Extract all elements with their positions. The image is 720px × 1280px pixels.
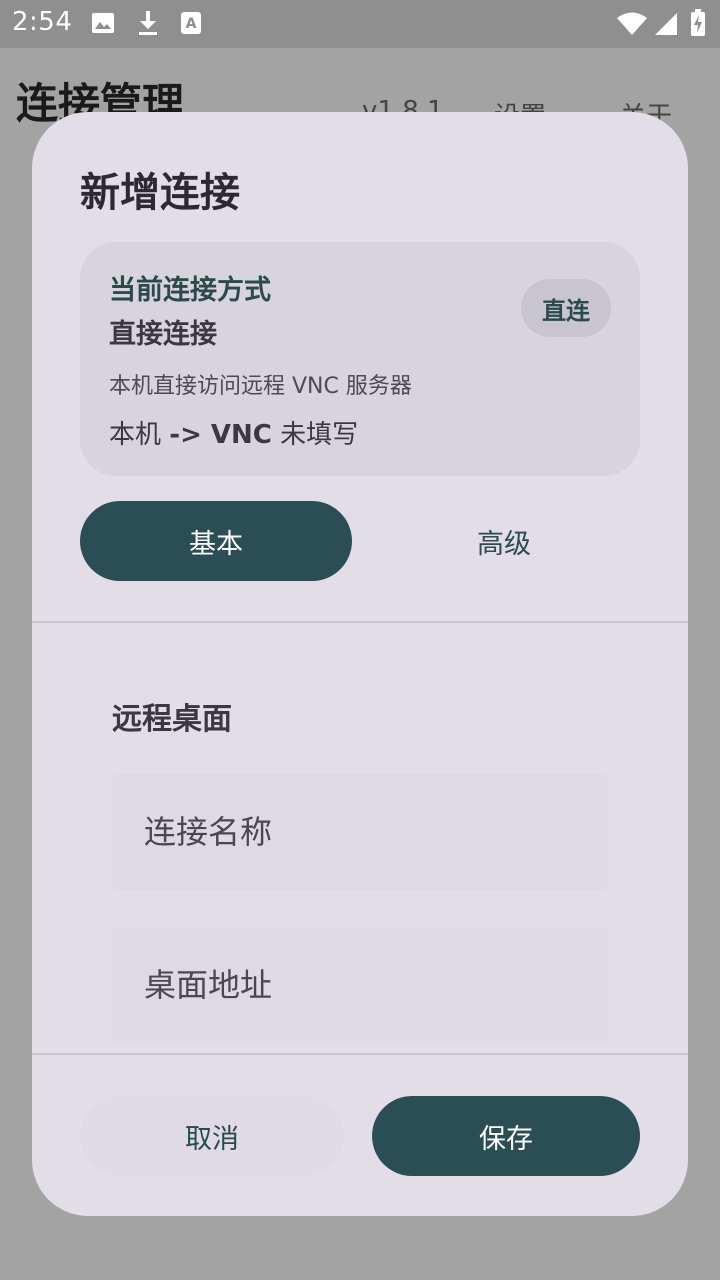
route-arrow: -> VNC bbox=[169, 420, 272, 450]
new-connection-dialog: 新增连接 当前连接方式 直接连接 本机直接访问远程 VNC 服务器 本机 -> … bbox=[32, 112, 688, 1216]
tab-basic[interactable]: 基本 bbox=[80, 501, 352, 581]
status-bar: 2:54 A bbox=[0, 0, 720, 48]
image-icon bbox=[92, 13, 114, 33]
connection-name-input[interactable] bbox=[112, 774, 608, 890]
save-button[interactable]: 保存 bbox=[372, 1096, 640, 1176]
section-label-remote-desktop: 远程桌面 bbox=[112, 702, 232, 737]
desktop-address-input[interactable] bbox=[112, 927, 608, 1043]
connection-name-field[interactable] bbox=[112, 774, 608, 890]
svg-text:A: A bbox=[186, 16, 197, 32]
mode-route: 本机 -> VNC 未填写 bbox=[109, 414, 358, 451]
tab-advanced[interactable]: 高级 bbox=[368, 501, 640, 581]
connection-mode-card: 当前连接方式 直接连接 本机直接访问远程 VNC 服务器 本机 -> VNC 未… bbox=[80, 242, 640, 476]
footer-divider bbox=[32, 1053, 688, 1055]
status-time: 2:54 bbox=[12, 7, 73, 37]
download-icon bbox=[139, 11, 157, 35]
font-icon: A bbox=[181, 12, 201, 34]
cancel-button[interactable]: 取消 bbox=[80, 1096, 344, 1176]
mode-name: 直接连接 bbox=[109, 319, 217, 350]
desktop-address-field[interactable] bbox=[112, 927, 608, 1043]
mode-heading: 当前连接方式 bbox=[109, 275, 271, 306]
battery-charging-icon bbox=[691, 9, 705, 36]
wifi-icon bbox=[617, 12, 647, 35]
route-prefix: 本机 bbox=[109, 420, 162, 450]
dialog-title: 新增连接 bbox=[80, 170, 240, 216]
divider bbox=[32, 621, 688, 623]
signal-icon bbox=[655, 13, 677, 35]
route-status: 未填写 bbox=[280, 420, 359, 450]
mode-chip[interactable]: 直连 bbox=[521, 279, 611, 337]
mode-description: 本机直接访问远程 VNC 服务器 bbox=[109, 374, 412, 399]
